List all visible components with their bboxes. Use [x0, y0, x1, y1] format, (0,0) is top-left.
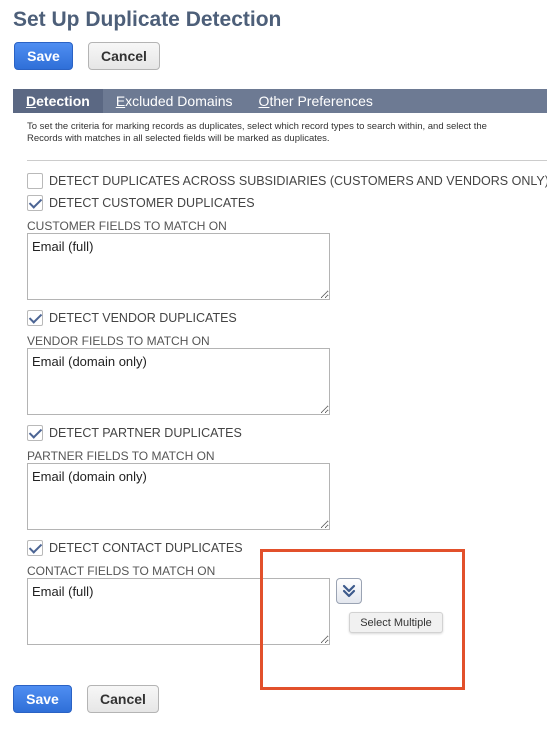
contact-fields-label: CONTACT FIELDS TO MATCH ON	[27, 564, 216, 578]
instructions: To set the criteria for marking records …	[27, 121, 547, 145]
tab-detection-accesskey: D	[26, 93, 37, 109]
tab-detection-label: etection	[36, 93, 90, 109]
tab-other-preferences-accesskey: O	[258, 93, 270, 109]
customer-label: DETECT CUSTOMER DUPLICATES	[49, 196, 255, 210]
contact-checkbox[interactable]	[27, 540, 43, 556]
cancel-button-bottom[interactable]: Cancel	[87, 685, 159, 713]
partner-checkbox[interactable]	[27, 425, 43, 441]
tab-bar: Detection Excluded Domains Other Prefere…	[13, 89, 547, 113]
instructions-line-2: Records with matches in all selected fie…	[27, 133, 330, 144]
customer-option: DETECT CUSTOMER DUPLICATES	[27, 194, 255, 212]
subsidiaries-checkbox[interactable]	[27, 173, 43, 189]
tab-excluded-domains[interactable]: Excluded Domains	[103, 89, 246, 113]
divider	[27, 160, 547, 161]
tab-excluded-domains-label: xcluded Domains	[125, 93, 233, 109]
subsidiaries-option: DETECT DUPLICATES ACROSS SUBSIDIARIES (C…	[27, 172, 547, 190]
vendor-fields-input[interactable]: Email (domain only)	[27, 348, 330, 415]
contact-option: DETECT CONTACT DUPLICATES	[27, 539, 243, 557]
vendor-checkbox[interactable]	[27, 310, 43, 326]
customer-fields-input[interactable]: Email (full)	[27, 233, 330, 300]
page-title: Set Up Duplicate Detection	[13, 8, 282, 31]
partner-label: DETECT PARTNER DUPLICATES	[49, 426, 242, 440]
subsidiaries-label: DETECT DUPLICATES ACROSS SUBSIDIARIES (C…	[49, 174, 547, 188]
tab-other-preferences-label: ther Preferences	[269, 93, 373, 109]
contact-label: DETECT CONTACT DUPLICATES	[49, 541, 243, 555]
vendor-option: DETECT VENDOR DUPLICATES	[27, 309, 237, 327]
tab-other-preferences[interactable]: Other Preferences	[246, 89, 386, 113]
highlight-annotation	[260, 549, 465, 690]
vendor-fields-label: VENDOR FIELDS TO MATCH ON	[27, 334, 210, 348]
customer-fields-label: CUSTOMER FIELDS TO MATCH ON	[27, 219, 227, 233]
vendor-label: DETECT VENDOR DUPLICATES	[49, 311, 237, 325]
tab-excluded-domains-accesskey: E	[115, 93, 126, 109]
partner-fields-label: PARTNER FIELDS TO MATCH ON	[27, 449, 215, 463]
save-button-top[interactable]: Save	[14, 42, 73, 70]
save-button-bottom[interactable]: Save	[13, 685, 72, 713]
partner-fields-input[interactable]: Email (domain only)	[27, 463, 330, 530]
customer-checkbox[interactable]	[27, 195, 43, 211]
partner-option: DETECT PARTNER DUPLICATES	[27, 424, 242, 442]
tab-detection[interactable]: Detection	[13, 89, 103, 113]
cancel-button-top[interactable]: Cancel	[88, 42, 160, 70]
instructions-line-1: To set the criteria for marking records …	[27, 121, 487, 132]
